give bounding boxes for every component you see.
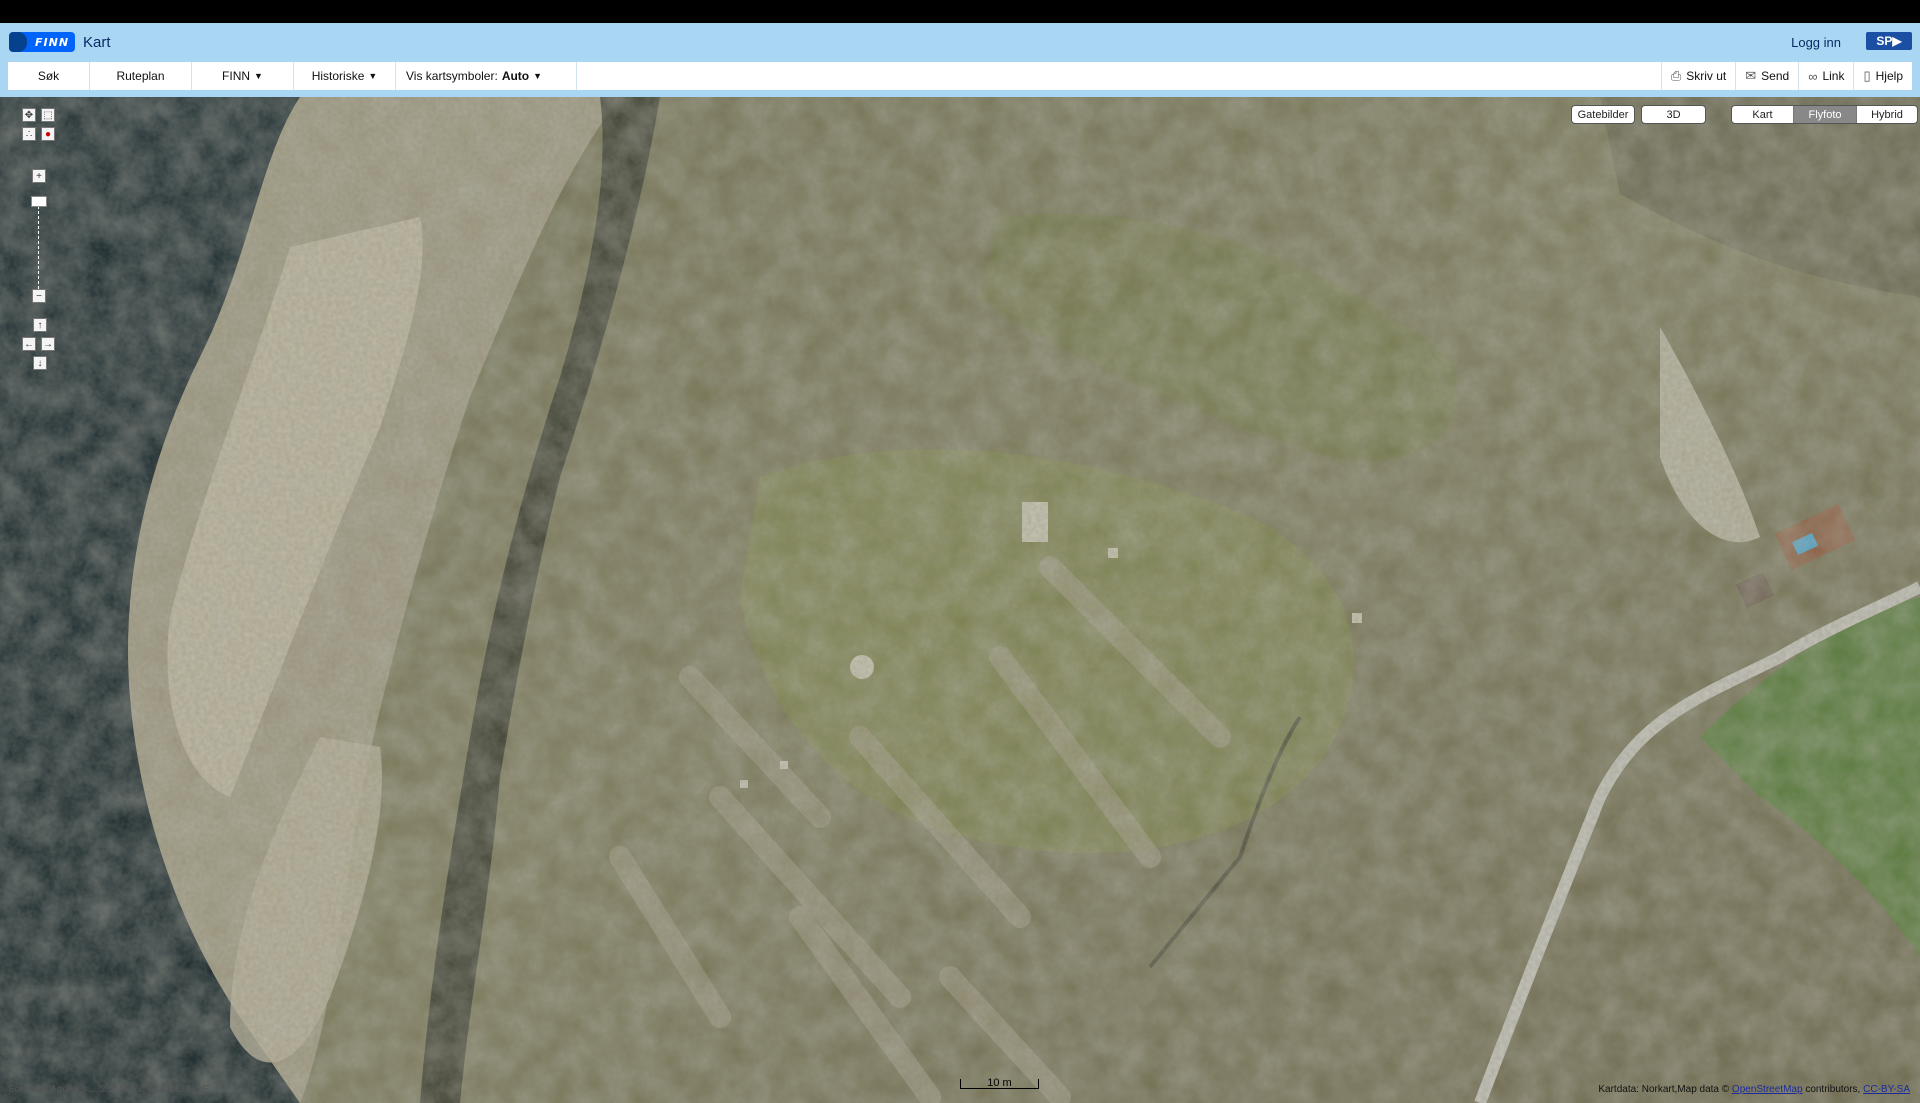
arrow-down-icon: ↓ <box>37 358 43 369</box>
zoom-slider-handle[interactable] <box>31 196 47 207</box>
route-tab[interactable]: Ruteplan <box>90 62 192 90</box>
coordinate-readout: Sortekrai Agderes... 58.54146° N, 8.3438… <box>8 1084 210 1095</box>
measure-icon: ∴ <box>25 129 33 140</box>
send-button[interactable]: ✉ Send <box>1735 62 1798 90</box>
brand-badge-text: SP <box>1876 34 1893 48</box>
window-top-bar <box>0 0 1920 23</box>
search-tab-label: Søk <box>37 69 60 83</box>
map-symbols-select[interactable]: Vis kartsymboler: Auto ▼ <box>396 62 577 90</box>
3d-button[interactable]: 3D <box>1641 105 1706 124</box>
map-credits: Kartdata: Norkart,Map data © OpenStreetM… <box>1598 1084 1910 1095</box>
link-button[interactable]: ∞ Link <box>1798 62 1853 90</box>
finn-logo[interactable]: FINN <box>9 32 75 52</box>
credit-mid: contributors, <box>1805 1084 1861 1095</box>
help-book-icon: ▯ <box>1863 68 1871 83</box>
main-toolbar: Søk Ruteplan FINN ▼ Historiske ▼ Vis kar… <box>8 62 1912 90</box>
send-label: Send <box>1761 69 1790 83</box>
printer-icon: ⎙ <box>1670 68 1682 83</box>
brand-badge[interactable]: SP ▶ <box>1866 32 1912 50</box>
search-tab[interactable]: Søk <box>8 62 90 90</box>
place-marker-button[interactable]: ● <box>41 127 55 141</box>
history-menu[interactable]: Historiske ▼ <box>294 62 396 90</box>
pan-left-button[interactable]: ← <box>22 337 36 351</box>
box-select-icon: ⬚ <box>43 110 53 121</box>
caret-down-icon: ▼ <box>533 71 543 81</box>
pan-down-button[interactable]: ↓ <box>33 356 47 370</box>
3d-label: 3D <box>1666 108 1681 121</box>
app-title: Kart <box>83 34 111 51</box>
measure-tool-button[interactable]: ∴ <box>22 127 36 141</box>
fine-texture <box>0 97 1920 1103</box>
map-type-hybrid[interactable]: Hybrid <box>1857 106 1917 123</box>
scale-bar: 10 m <box>960 1077 1039 1089</box>
history-menu-label: Historiske <box>311 69 365 83</box>
license-link[interactable]: CC-BY-SA <box>1863 1084 1910 1095</box>
map-type-kart[interactable]: Kart <box>1732 106 1794 123</box>
zoom-in-button[interactable]: + <box>32 169 46 183</box>
arrow-left-icon: ← <box>24 339 34 350</box>
plus-icon: + <box>36 171 42 182</box>
route-tab-label: Ruteplan <box>116 69 165 83</box>
zoom-slider-track[interactable] <box>38 196 41 289</box>
pan-icon: ✥ <box>24 110 34 121</box>
pan-right-button[interactable]: → <box>41 337 55 351</box>
chain-link-icon: ∞ <box>1808 68 1818 84</box>
caret-down-icon: ▼ <box>368 71 378 81</box>
envelope-icon: ✉ <box>1745 68 1757 83</box>
minus-icon: − <box>36 291 42 302</box>
login-link[interactable]: Logg inn <box>1791 35 1841 50</box>
box-select-button[interactable]: ⬚ <box>41 108 55 122</box>
aerial-map[interactable] <box>0 97 1920 1103</box>
streetview-label: Gatebilder <box>1577 108 1629 121</box>
aerial-photo <box>0 97 1920 1103</box>
help-button[interactable]: ▯ Hjelp <box>1853 62 1912 90</box>
map-type-switcher: Kart Flyfoto Hybrid <box>1731 105 1918 124</box>
zoom-out-button[interactable]: − <box>32 289 46 303</box>
map-symbols-value: Auto <box>501 69 530 83</box>
app-header: FINN Kart Logg inn SP ▶ Søk Ruteplan FINN… <box>0 23 1920 97</box>
pan-tool-button[interactable]: ✥ <box>22 108 36 122</box>
finn-logo-text: FINN <box>35 35 70 49</box>
map-type-flyfoto[interactable]: Flyfoto <box>1794 106 1857 123</box>
osm-link[interactable]: OpenStreetMap <box>1732 1084 1803 1095</box>
print-label: Skriv ut <box>1686 69 1727 83</box>
help-label: Hjelp <box>1875 69 1903 83</box>
pan-up-button[interactable]: ↑ <box>33 318 47 332</box>
map-pin-icon: ● <box>44 129 52 140</box>
finn-logo-shape <box>9 32 27 52</box>
credit-prefix: Kartdata: Norkart,Map data © <box>1598 1084 1730 1095</box>
arrow-right-icon: → <box>43 339 53 350</box>
link-label: Link <box>1822 69 1845 83</box>
caret-down-icon: ▼ <box>254 71 263 81</box>
streetview-button[interactable]: Gatebilder <box>1571 105 1635 124</box>
print-button[interactable]: ⎙ Skriv ut <box>1660 62 1735 90</box>
finn-menu-label: FINN <box>222 69 251 83</box>
map-symbols-label: Vis kartsymboler: <box>406 69 498 83</box>
scale-label: 10 m <box>987 1077 1012 1089</box>
arrow-up-icon: ↑ <box>37 320 43 331</box>
finn-menu[interactable]: FINN ▼ <box>192 62 294 90</box>
